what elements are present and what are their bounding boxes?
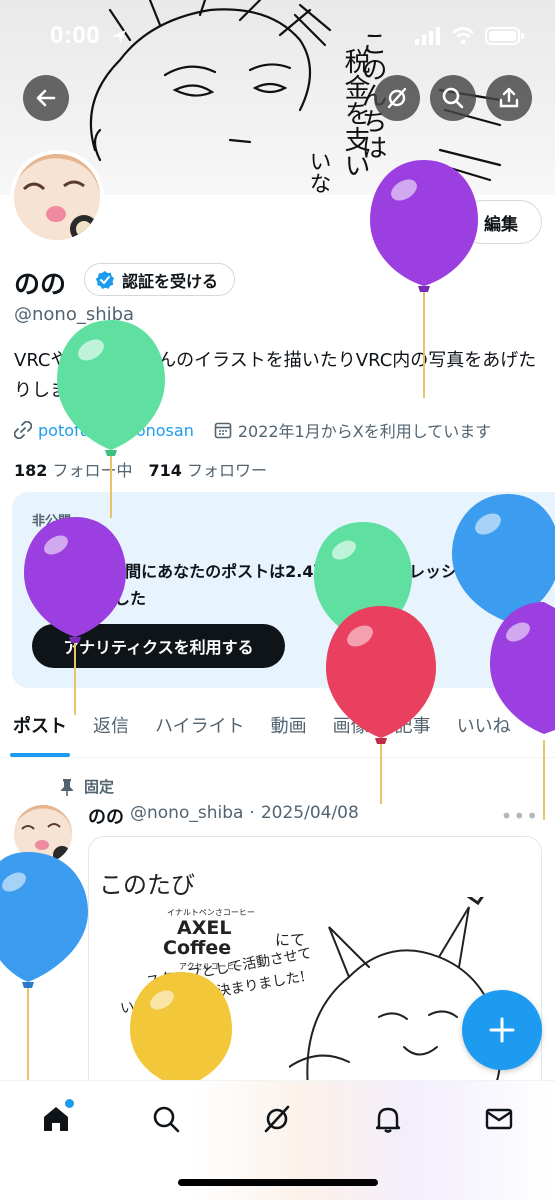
followers-label: フォロワー [187, 461, 268, 480]
post-header: のの @nono_shiba · 2025/04/08 [88, 803, 359, 829]
post-date: 2025/04/08 [260, 803, 359, 823]
image-brand-main1: AXEL [177, 917, 232, 939]
link-icon [14, 421, 32, 439]
nav-grok[interactable] [257, 1099, 297, 1139]
balloon-red [326, 606, 436, 804]
envelope-icon [485, 1108, 513, 1130]
home-indicator [178, 1179, 378, 1186]
display-name: のの [14, 270, 67, 300]
nav-home[interactable] [36, 1099, 76, 1139]
image-text-line1: このたび [99, 871, 195, 899]
manga-text-3: いな [306, 150, 331, 194]
home-notification-dot [65, 1099, 74, 1108]
grok-icon [264, 1105, 290, 1133]
search-button[interactable] [430, 75, 476, 121]
joined-date-text: 2022年1月からXを利用しています [237, 422, 492, 441]
balloon-purple [370, 160, 478, 398]
profile-avatar[interactable] [10, 150, 104, 244]
bottom-nav [0, 1080, 555, 1200]
image-brand-main2: Coffee [163, 937, 232, 959]
grok-button[interactable] [374, 75, 420, 121]
back-button[interactable] [23, 75, 69, 121]
balloon-yellow [130, 972, 232, 1080]
battery-icon [485, 27, 524, 45]
balloon-purple-3 [490, 602, 555, 820]
pinned-label: 固定 [84, 778, 115, 796]
nav-notifications[interactable] [368, 1099, 408, 1139]
share-button[interactable] [486, 75, 532, 121]
tab-videos[interactable]: 動画 [258, 700, 320, 757]
plus-icon [489, 1017, 515, 1043]
status-bar: 0:00 [0, 0, 555, 74]
pin-icon [61, 778, 73, 796]
post-author[interactable]: のの [88, 803, 124, 829]
following-count: 182 [14, 461, 48, 480]
location-icon [112, 30, 126, 44]
tab-highlights[interactable]: ハイライト [142, 700, 258, 757]
calendar-icon [214, 422, 232, 439]
status-time: 0:00 [50, 22, 101, 49]
pinned-indicator: 固定 [60, 776, 114, 797]
wifi-icon [452, 27, 474, 45]
compose-button[interactable] [462, 990, 542, 1070]
search-icon [442, 87, 464, 109]
post-separator: · [249, 803, 255, 823]
balloon-purple-2 [24, 517, 126, 715]
get-verified-button[interactable]: 認証を受ける [84, 263, 236, 296]
bell-icon [375, 1107, 401, 1133]
balloon-blue-2 [0, 852, 88, 1080]
arrow-left-icon [36, 89, 56, 107]
nav-messages[interactable] [479, 1099, 519, 1139]
joined-date: 2022年1月からXを利用しています [214, 418, 491, 442]
avatar-illustration [14, 154, 100, 240]
nav-explore[interactable] [146, 1099, 186, 1139]
get-verified-label: 認証を受ける [122, 271, 219, 291]
grok-icon [387, 87, 407, 109]
verified-badge-icon [95, 270, 114, 289]
post-handle: @nono_shiba [130, 803, 244, 823]
signal-icon [415, 27, 440, 45]
search-icon [153, 1106, 180, 1133]
share-icon [499, 87, 519, 108]
balloon-green [57, 320, 165, 518]
